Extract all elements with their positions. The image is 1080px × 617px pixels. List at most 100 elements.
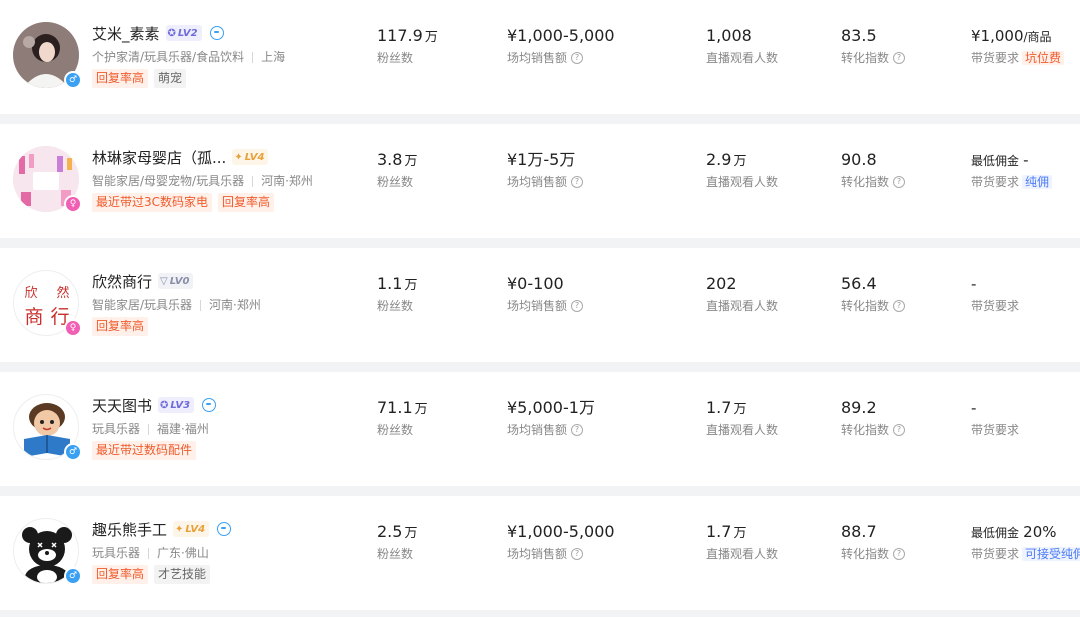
level-text: LV3 — [170, 399, 191, 411]
viewers-label: 直播观看人数 — [706, 299, 779, 313]
req-top-label: 最低佣金 — [971, 526, 1020, 540]
question-icon[interactable]: ? — [893, 51, 906, 64]
influencer-name[interactable]: 林琳家母婴店（孤... — [92, 147, 226, 168]
level-badge: ✦ LV4 — [173, 521, 210, 537]
fans-unit: 万 — [404, 526, 418, 541]
tag: 回复率高 — [92, 565, 149, 584]
level-text: LV4 — [244, 151, 265, 163]
fans-unit: 万 — [404, 278, 418, 293]
level-badge: ✪ LV3 — [158, 397, 195, 413]
sales-stat: ¥5,000-1万 场均销售额? — [507, 397, 595, 438]
sales-value: ¥0-100 — [507, 274, 564, 293]
fans-label: 粉丝数 — [377, 51, 414, 65]
viewers-stat: 2.9 万 直播观看人数 — [706, 149, 778, 190]
sales-label: 场均销售额 — [507, 547, 568, 561]
viewers-label: 直播观看人数 — [706, 423, 779, 437]
fans-stat: 2.5 万 粉丝数 — [377, 521, 417, 562]
sales-label: 场均销售额 — [507, 175, 568, 189]
conversion-value: 56.4 — [841, 274, 877, 293]
req-label: 带货要求 — [971, 299, 1020, 313]
influencer-name[interactable]: 趣乐熊手工 — [92, 519, 167, 540]
question-icon[interactable]: ? — [893, 175, 906, 188]
tag: 最近带过3C数码家电 — [92, 193, 213, 212]
viewers-stat: 1.7 万 直播观看人数 — [706, 521, 778, 562]
question-icon[interactable]: ? — [893, 423, 906, 436]
viewers-value: 202 — [706, 274, 737, 293]
influencer-card[interactable]: ♂ 天天图书 ✪ LV3 玩具乐器 福建·福州 最近带过数码配件 71.1 万 粉丝数… — [0, 372, 1080, 486]
level-text: LV4 — [185, 523, 206, 535]
influencer-card[interactable]: 欣 然 商 行 ♀ 欣然商行 ▽ LV0 智能家居/玩具乐器 河南·郑州 回复率高 … — [0, 248, 1080, 362]
influencer-card[interactable]: ♂ 趣乐熊手工 ✦ LV4 玩具乐器 广东·佛山 回复率高 才艺技能 2.5 万 粉丝… — [0, 496, 1080, 610]
sales-label: 场均销售额 — [507, 299, 568, 313]
avatar-char: 商 — [24, 306, 43, 328]
question-icon[interactable]: ? — [571, 423, 584, 436]
level-badge: ✦ LV4 — [232, 149, 269, 165]
conversion-stat: 83.5 转化指数? — [841, 25, 906, 66]
level-text: LV0 — [169, 275, 190, 287]
conversion-value: 83.5 — [841, 26, 877, 45]
fans-unit: 万 — [414, 402, 428, 417]
location: 广东·佛山 — [157, 546, 209, 560]
question-icon[interactable]: ? — [571, 547, 584, 560]
req-label: 带货要求 — [971, 51, 1020, 65]
viewers-unit: 万 — [733, 526, 747, 541]
location: 福建·福州 — [157, 422, 209, 436]
question-icon[interactable]: ? — [571, 51, 584, 64]
fans-label: 粉丝数 — [377, 299, 414, 313]
chat-bubble-icon[interactable] — [209, 26, 224, 40]
conversion-label: 转化指数 — [841, 175, 890, 189]
sales-label: 场均销售额 — [507, 51, 568, 65]
viewers-value: 2.9 — [706, 150, 732, 169]
level-icon: ✪ — [160, 399, 169, 411]
req-value: - — [971, 275, 977, 293]
question-icon[interactable]: ? — [893, 547, 906, 560]
question-icon[interactable]: ? — [571, 175, 584, 188]
requirement: 最低佣金 20% 带货要求 可接受纯佣 — [971, 521, 1080, 562]
viewers-label: 直播观看人数 — [706, 175, 779, 189]
viewers-value: 1,008 — [706, 26, 752, 45]
influencer-name[interactable]: 欣然商行 — [92, 271, 152, 292]
category-line: 智能家居/玩具乐器 河南·郑州 — [92, 296, 261, 313]
location: 河南·郑州 — [261, 174, 313, 188]
requirement: 最低佣金 - 带货要求 纯佣 — [971, 149, 1080, 190]
viewers-unit: 万 — [733, 154, 747, 169]
conversion-label: 转化指数 — [841, 299, 890, 313]
question-icon[interactable]: ? — [571, 299, 584, 312]
fans-unit: 万 — [404, 154, 418, 169]
req-badge: 坑位费 — [1022, 51, 1065, 65]
viewers-label: 直播观看人数 — [706, 547, 779, 561]
sales-value: ¥1,000-5,000 — [507, 26, 615, 45]
viewers-stat: 1.7 万 直播观看人数 — [706, 397, 778, 438]
tag: 才艺技能 — [154, 565, 211, 584]
chat-bubble-icon[interactable] — [202, 398, 217, 412]
influencer-card[interactable]: ♂ 艾米_素素 ✪ LV2 个护家清/玩具乐器/食品饮料 上海 回复率高 萌宠 11… — [0, 0, 1080, 114]
avatar-char: 欣 — [24, 286, 37, 301]
categories: 玩具乐器 — [92, 422, 141, 436]
level-icon: ✦ — [175, 523, 184, 535]
tag: 萌宠 — [154, 69, 187, 88]
female-icon: ♀ — [64, 195, 82, 213]
sales-stat: ¥0-100 场均销售额? — [507, 273, 584, 314]
conversion-label: 转化指数 — [841, 423, 890, 437]
sales-label: 场均销售额 — [507, 423, 568, 437]
location: 上海 — [261, 50, 286, 64]
question-icon[interactable]: ? — [893, 299, 906, 312]
location: 河南·郑州 — [209, 298, 261, 312]
level-icon: ✪ — [167, 27, 176, 39]
category-line: 智能家居/母婴宠物/玩具乐器 河南·郑州 — [92, 172, 313, 189]
tag-list: 最近带过数码配件 — [92, 441, 197, 460]
tag-list: 回复率高 萌宠 — [92, 69, 187, 88]
fans-value: 2.5 — [377, 522, 403, 541]
influencer-name[interactable]: 艾米_素素 — [92, 23, 160, 44]
sales-value: ¥5,000-1万 — [507, 398, 595, 417]
influencer-name[interactable]: 天天图书 — [92, 395, 152, 416]
level-badge: ▽ LV0 — [158, 273, 194, 289]
req-value: - — [971, 399, 977, 417]
conversion-stat: 56.4 转化指数? — [841, 273, 906, 314]
chat-bubble-icon[interactable] — [217, 522, 232, 536]
req-label: 带货要求 — [971, 175, 1020, 189]
tag: 回复率高 — [218, 193, 275, 212]
influencer-card[interactable]: ♀ 林琳家母婴店（孤... ✦ LV4 智能家居/母婴宠物/玩具乐器 河南·郑州 最… — [0, 124, 1080, 238]
fans-stat: 71.1 万 粉丝数 — [377, 397, 428, 438]
tag-list: 最近带过3C数码家电 回复率高 — [92, 193, 275, 212]
